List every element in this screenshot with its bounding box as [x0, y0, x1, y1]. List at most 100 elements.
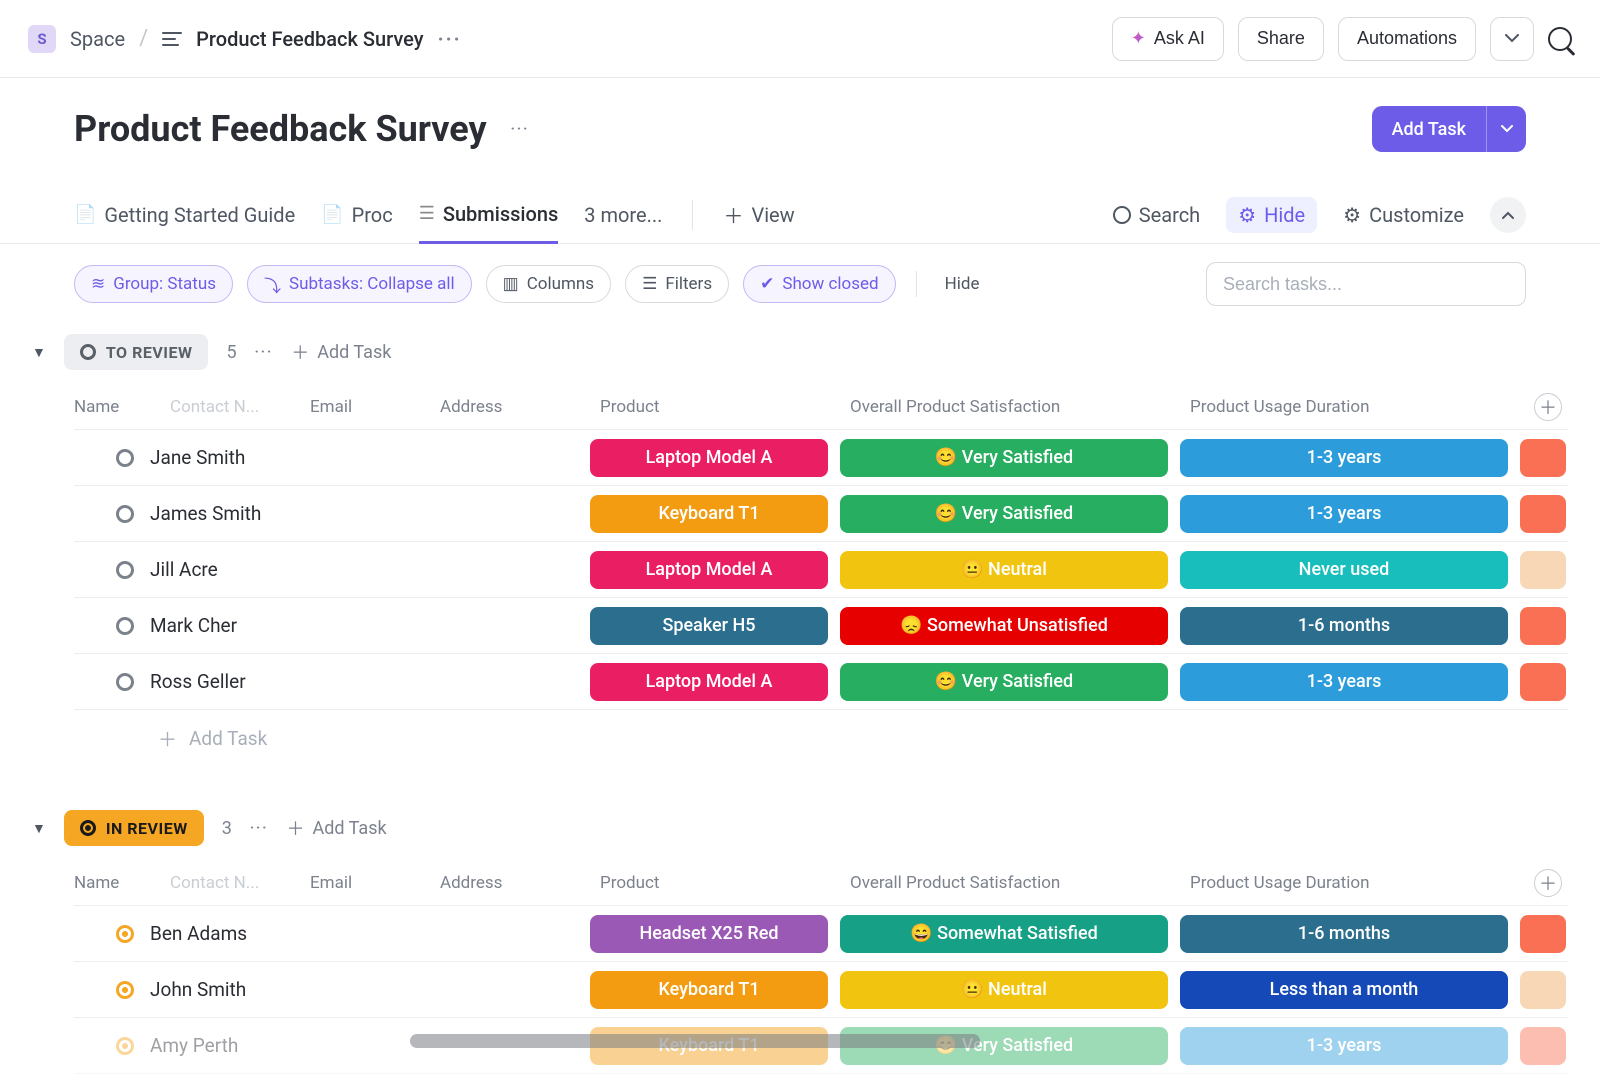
more-icon[interactable]: ··· [250, 820, 269, 836]
subtasks-chip[interactable]: ⤵ Subtasks: Collapse all [247, 265, 472, 303]
horizontal-scrollbar[interactable] [410, 1034, 980, 1048]
col-satisfaction[interactable]: Overall Product Satisfaction [840, 397, 1180, 417]
product-tag[interactable]: Laptop Model A [590, 551, 828, 589]
col-email[interactable]: Email [310, 873, 440, 893]
row-status-icon[interactable] [116, 505, 134, 523]
duration-tag[interactable]: 1-6 months [1180, 607, 1508, 645]
add-column-button[interactable]: ＋ [1534, 869, 1562, 897]
col-duration[interactable]: Product Usage Duration [1180, 873, 1520, 893]
tab-more[interactable]: 3 more... [584, 186, 662, 243]
row-name[interactable]: Mark Cher [150, 614, 237, 637]
filters-chip[interactable]: ☰ Filters [625, 265, 729, 303]
table-row[interactable]: John Smith Keyboard T1 😐 Neutral Less than … [74, 962, 1568, 1018]
col-duration[interactable]: Product Usage Duration [1180, 397, 1520, 417]
product-tag[interactable]: Keyboard T1 [590, 495, 828, 533]
add-task-row[interactable]: ＋Add Task [74, 710, 1568, 766]
satisfaction-tag[interactable]: 😞 Somewhat Unsatisfied [840, 607, 1168, 645]
tab-submissions[interactable]: ☰ Submissions [419, 187, 559, 244]
automations-button[interactable]: Automations [1338, 17, 1476, 61]
share-button[interactable]: Share [1238, 17, 1324, 61]
product-tag[interactable]: Laptop Model A [590, 439, 828, 477]
satisfaction-tag[interactable]: 😐 Neutral [840, 971, 1168, 1009]
duration-tag[interactable]: Never used [1180, 551, 1508, 589]
col-product[interactable]: Product [590, 873, 840, 893]
collapse-button[interactable] [1490, 197, 1526, 233]
row-name[interactable]: Jane Smith [150, 446, 245, 469]
show-closed-chip[interactable]: ✔ Show closed [743, 265, 896, 303]
tab-proc[interactable]: 📄 Proc [321, 186, 393, 243]
breadcrumb-title[interactable]: Product Feedback Survey [196, 27, 423, 51]
columns-chip[interactable]: ▥ Columns [486, 265, 611, 303]
space-label[interactable]: Space [70, 27, 125, 51]
col-address[interactable]: Address [440, 397, 590, 417]
col-name[interactable]: Name [74, 397, 170, 417]
extra-tag[interactable] [1520, 663, 1566, 701]
product-tag[interactable]: Headset X25 Red [590, 915, 828, 953]
col-email[interactable]: Email [310, 397, 440, 417]
row-status-icon[interactable] [116, 925, 134, 943]
table-row[interactable]: Ross Geller Laptop Model A 😊 Very Satisfie… [74, 654, 1568, 710]
row-status-icon[interactable] [116, 561, 134, 579]
col-contact[interactable]: Contact N... [170, 397, 310, 417]
group-add-task-button[interactable]: ＋Add Task [291, 339, 391, 365]
global-search-icon[interactable] [1548, 27, 1572, 51]
more-icon[interactable]: ··· [255, 344, 274, 360]
duration-tag[interactable]: 1-3 years [1180, 1027, 1508, 1065]
add-column-button[interactable]: ＋ [1534, 393, 1562, 421]
col-satisfaction[interactable]: Overall Product Satisfaction [840, 873, 1180, 893]
satisfaction-tag[interactable]: 😊 Very Satisfied [840, 663, 1168, 701]
add-task-button[interactable]: Add Task [1372, 106, 1526, 152]
table-row[interactable]: Jane Smith Laptop Model A 😊 Very Satisfied… [74, 430, 1568, 486]
duration-tag[interactable]: Less than a month [1180, 971, 1508, 1009]
row-status-icon[interactable] [116, 449, 134, 467]
row-name[interactable]: James Smith [150, 502, 261, 525]
row-name[interactable]: Jill Acre [150, 558, 218, 581]
duration-tag[interactable]: 1-3 years [1180, 495, 1508, 533]
row-name[interactable]: Ben Adams [150, 922, 247, 945]
duration-tag[interactable]: 1-3 years [1180, 663, 1508, 701]
satisfaction-tag[interactable]: 😐 Neutral [840, 551, 1168, 589]
more-icon[interactable]: ··· [438, 27, 462, 51]
table-row[interactable]: Jill Acre Laptop Model A 😐 Neutral Never us… [74, 542, 1568, 598]
row-status-icon[interactable] [116, 617, 134, 635]
col-name[interactable]: Name [74, 873, 170, 893]
row-status-icon[interactable] [116, 981, 134, 999]
product-tag[interactable]: Keyboard T1 [590, 971, 828, 1009]
status-pill[interactable]: IN REVIEW [64, 810, 204, 846]
customize-button[interactable]: ⚙ Customize [1343, 203, 1464, 227]
row-name[interactable]: John Smith [150, 978, 246, 1001]
row-status-icon[interactable] [116, 1037, 134, 1055]
search-button[interactable]: Search [1113, 203, 1200, 227]
collapse-caret-icon[interactable]: ▼ [32, 344, 46, 361]
product-tag[interactable]: Speaker H5 [590, 607, 828, 645]
add-task-caret[interactable] [1486, 106, 1526, 152]
hide-button[interactable]: ⚙ Hide [1226, 197, 1317, 233]
tab-getting-started[interactable]: 📄 Getting Started Guide [74, 186, 295, 243]
row-name[interactable]: Amy Perth [150, 1034, 238, 1057]
hide-filters-button[interactable]: Hide [937, 274, 988, 294]
extra-tag[interactable] [1520, 915, 1566, 953]
row-status-icon[interactable] [116, 673, 134, 691]
extra-tag[interactable] [1520, 971, 1566, 1009]
search-tasks-input[interactable] [1206, 262, 1526, 306]
satisfaction-tag[interactable]: 😄 Somewhat Satisfied [840, 915, 1168, 953]
table-row[interactable]: Ben Adams Headset X25 Red 😄 Somewhat Satis… [74, 906, 1568, 962]
space-badge[interactable]: S [28, 25, 56, 53]
duration-tag[interactable]: 1-3 years [1180, 439, 1508, 477]
satisfaction-tag[interactable]: 😊 Very Satisfied [840, 495, 1168, 533]
ask-ai-button[interactable]: ✦ Ask AI [1112, 17, 1224, 61]
product-tag[interactable]: Laptop Model A [590, 663, 828, 701]
status-pill[interactable]: TO REVIEW [64, 334, 209, 370]
col-product[interactable]: Product [590, 397, 840, 417]
add-view-button[interactable]: ＋ View [723, 186, 794, 243]
title-more-icon[interactable]: ··· [511, 121, 530, 137]
extra-tag[interactable] [1520, 1027, 1566, 1065]
satisfaction-tag[interactable]: 😊 Very Satisfied [840, 439, 1168, 477]
extra-tag[interactable] [1520, 439, 1566, 477]
collapse-caret-icon[interactable]: ▼ [32, 820, 46, 837]
extra-tag[interactable] [1520, 495, 1566, 533]
row-name[interactable]: Ross Geller [150, 670, 246, 693]
table-row[interactable]: James Smith Keyboard T1 😊 Very Satisfied 1-… [74, 486, 1568, 542]
group-chip[interactable]: ≋ Group: Status [74, 265, 233, 303]
col-address[interactable]: Address [440, 873, 590, 893]
